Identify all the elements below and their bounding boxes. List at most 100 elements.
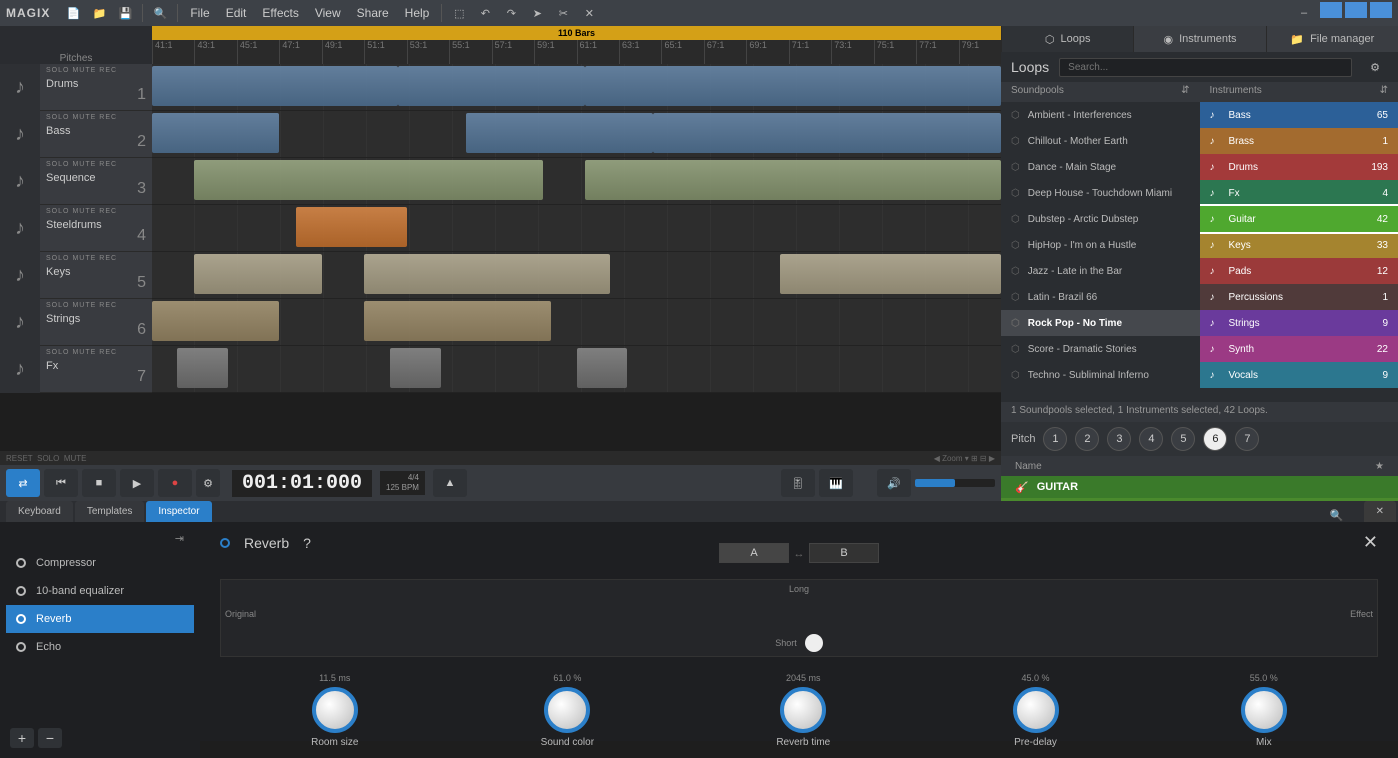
- tab-instruments[interactable]: ◉ Instruments: [1133, 26, 1265, 52]
- remove-fx-button[interactable]: −: [38, 728, 62, 748]
- window-btn-2[interactable]: [1345, 2, 1367, 18]
- instrument-item[interactable]: ♪Brass1: [1200, 128, 1398, 154]
- mute-2[interactable]: MUTE: [72, 114, 96, 121]
- solo-4[interactable]: SOLO: [46, 208, 69, 215]
- add-fx-button[interactable]: +: [10, 728, 34, 748]
- undo-icon[interactable]: ↶: [474, 2, 496, 24]
- audio-clip[interactable]: [152, 301, 279, 341]
- open-icon[interactable]: 📁: [88, 2, 110, 24]
- help-icon[interactable]: ?: [303, 535, 311, 551]
- pitch-button-1[interactable]: 1: [1043, 427, 1067, 451]
- audio-clip[interactable]: [653, 113, 1001, 153]
- track-icon-6[interactable]: ♪: [0, 299, 40, 346]
- cut-icon[interactable]: ✂: [552, 2, 574, 24]
- timecode[interactable]: 001:01:000: [232, 470, 372, 497]
- soundpool-item[interactable]: ⬡Score - Dramatic Stories: [1001, 336, 1200, 362]
- pitch-button-6[interactable]: 6: [1203, 427, 1227, 451]
- track-header-1[interactable]: SOLO MUTE REC Drums 1: [40, 64, 152, 111]
- track-lane-2[interactable]: [152, 111, 1001, 158]
- solo-2[interactable]: SOLO: [46, 114, 69, 121]
- knob-pre-delay[interactable]: [1013, 687, 1059, 733]
- audio-clip[interactable]: [390, 348, 441, 388]
- soundpool-item[interactable]: ⬡Techno - Subliminal Inferno: [1001, 362, 1200, 388]
- minimize-icon[interactable]: –: [1293, 2, 1315, 24]
- soundpool-item[interactable]: ⬡Deep House - Touchdown Miami: [1001, 180, 1200, 206]
- rec-1[interactable]: REC: [99, 67, 117, 74]
- menu-share[interactable]: Share: [349, 6, 397, 20]
- knob-sound-color[interactable]: [544, 687, 590, 733]
- solo-7[interactable]: SOLO: [46, 349, 69, 356]
- rec-2[interactable]: REC: [99, 114, 117, 121]
- solo-5[interactable]: SOLO: [46, 255, 69, 262]
- menu-effects[interactable]: Effects: [254, 6, 306, 20]
- track-header-7[interactable]: SOLO MUTE REC Fx 7: [40, 346, 152, 393]
- fx-item-compressor[interactable]: Compressor: [6, 549, 194, 577]
- menu-help[interactable]: Help: [397, 6, 438, 20]
- track-icon-2[interactable]: ♪: [0, 111, 40, 158]
- soundpool-item[interactable]: ⬡Latin - Brazil 66: [1001, 284, 1200, 310]
- audio-clip[interactable]: [194, 254, 321, 294]
- knob-mix[interactable]: [1241, 687, 1287, 733]
- instrument-item[interactable]: ♪Percussions1: [1200, 284, 1398, 310]
- audio-clip[interactable]: [466, 113, 653, 153]
- loop-toggle-button[interactable]: ⇄: [6, 469, 40, 497]
- audio-clip[interactable]: [398, 66, 585, 106]
- track-lane-1[interactable]: [152, 64, 1001, 111]
- soundpool-item[interactable]: ⬡HipHop - I'm on a Hustle: [1001, 232, 1200, 258]
- knob-room-size[interactable]: [312, 687, 358, 733]
- mixer-button[interactable]: 🎚: [781, 469, 815, 497]
- soundpool-item[interactable]: ⬡Rock Pop - No Time: [1001, 310, 1200, 336]
- track-icon-5[interactable]: ♪: [0, 252, 40, 299]
- speaker-button[interactable]: 🔊: [877, 469, 911, 497]
- timeline-ruler[interactable]: 110 Bars 41:143:145:147:149:151:153:155:…: [152, 26, 1001, 64]
- window-btn-3[interactable]: [1370, 2, 1392, 18]
- audio-clip[interactable]: [177, 348, 228, 388]
- tab-templates[interactable]: Templates: [75, 501, 145, 522]
- close-effect-button[interactable]: ✕: [1363, 532, 1378, 553]
- track-lane-4[interactable]: [152, 205, 1001, 252]
- soundpool-item[interactable]: ⬡Dance - Main Stage: [1001, 154, 1200, 180]
- rec-3[interactable]: REC: [99, 161, 117, 168]
- close-icon[interactable]: ✕: [578, 2, 600, 24]
- solo-1[interactable]: SOLO: [46, 67, 69, 74]
- audio-clip[interactable]: [585, 66, 1001, 106]
- instrument-item[interactable]: ♪Guitar42: [1200, 206, 1398, 232]
- audio-clip[interactable]: [577, 348, 628, 388]
- tool-icon-1[interactable]: ⬚: [448, 2, 470, 24]
- instrument-item[interactable]: ♪Pads12: [1200, 258, 1398, 284]
- audio-clip[interactable]: [152, 113, 279, 153]
- record-button[interactable]: ●: [158, 469, 192, 497]
- ab-tab-b[interactable]: B: [809, 543, 879, 563]
- instrument-item[interactable]: ♪Keys33: [1200, 232, 1398, 258]
- audio-clip[interactable]: [194, 160, 542, 200]
- instrument-item[interactable]: ♪Fx4: [1200, 180, 1398, 206]
- tab-file-manager[interactable]: 📁 File manager: [1266, 26, 1398, 52]
- window-btn-1[interactable]: [1320, 2, 1342, 18]
- fx-item-10-band-equalizer[interactable]: 10-band equalizer: [6, 577, 194, 605]
- tab-loops[interactable]: ⬡ Loops: [1001, 26, 1133, 52]
- solo-6[interactable]: SOLO: [46, 302, 69, 309]
- track-header-2[interactable]: SOLO MUTE REC Bass 2: [40, 111, 152, 158]
- instrument-item[interactable]: ♪Vocals9: [1200, 362, 1398, 388]
- solo-3[interactable]: SOLO: [46, 161, 69, 168]
- favorite-column-icon[interactable]: ★: [1375, 461, 1384, 472]
- track-icon-1[interactable]: ♪: [0, 64, 40, 111]
- track-header-3[interactable]: SOLO MUTE REC Sequence 3: [40, 158, 152, 205]
- keyboard-button[interactable]: 🎹: [819, 469, 853, 497]
- menu-edit[interactable]: Edit: [218, 6, 255, 20]
- play-button[interactable]: ▶: [120, 469, 154, 497]
- rec-6[interactable]: REC: [99, 302, 117, 309]
- tab-keyboard[interactable]: Keyboard: [6, 501, 73, 522]
- ab-tab-a[interactable]: A: [719, 543, 789, 563]
- rec-5[interactable]: REC: [99, 255, 117, 262]
- loop-category-header[interactable]: 🎸 GUITAR: [1001, 476, 1398, 498]
- instrument-item[interactable]: ♪Strings9: [1200, 310, 1398, 336]
- soundpool-item[interactable]: ⬡Ambient - Interferences: [1001, 102, 1200, 128]
- search-input[interactable]: [1059, 58, 1352, 77]
- instrument-item[interactable]: ♪Drums193: [1200, 154, 1398, 180]
- track-lane-6[interactable]: [152, 299, 1001, 346]
- rewind-button[interactable]: ⏮: [44, 469, 78, 497]
- save-icon[interactable]: 💾: [114, 2, 136, 24]
- pitch-button-7[interactable]: 7: [1235, 427, 1259, 451]
- redo-icon[interactable]: ↷: [500, 2, 522, 24]
